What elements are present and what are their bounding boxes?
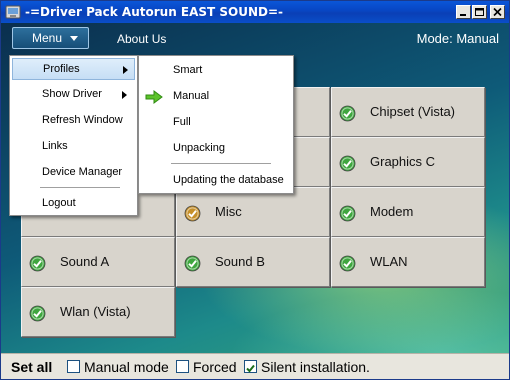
menu-item-label: Full [173, 116, 191, 128]
profile-item-unpacking[interactable]: Unpacking [141, 138, 291, 160]
about-us-link[interactable]: About Us [117, 32, 166, 46]
ok-check-icon [29, 255, 46, 272]
profile-item-manual[interactable]: Manual [141, 86, 291, 108]
driver-tile-wlan[interactable]: WLAN [331, 237, 485, 287]
menu-item-label: Profiles [43, 63, 80, 75]
tile-label: Sound A [60, 254, 110, 269]
tile-label: Graphics C [370, 154, 436, 169]
menu-item-profiles[interactable]: Profiles [12, 58, 135, 80]
maximize-icon [475, 8, 484, 16]
profiles-submenu: Smart Manual Full Unpacking Updating the… [138, 55, 294, 194]
driver-tile-modem[interactable]: Modem [331, 187, 485, 237]
menu-separator [40, 187, 120, 188]
ok-check-icon [184, 255, 201, 272]
ok-check-icon [339, 255, 356, 272]
app-icon [5, 4, 21, 20]
tile-label: Modem [370, 204, 414, 219]
bottom-bar: Set all Manual mode Forced Silent instal… [1, 353, 509, 379]
ok-check-icon [339, 105, 356, 122]
menu-item-label: Logout [42, 197, 76, 209]
tile-label: Wlan (Vista) [60, 304, 131, 319]
minimize-button[interactable] [456, 5, 471, 19]
window-title: -=Driver Pack Autorun EAST SOUND=- [25, 5, 284, 19]
title-bar[interactable]: -=Driver Pack Autorun EAST SOUND=- [1, 1, 509, 23]
menu-item-label: Manual [173, 90, 210, 102]
menu-item-label: Refresh Window [42, 114, 123, 126]
chevron-down-icon [70, 36, 78, 41]
minimize-icon [460, 14, 466, 16]
menu-item-label: Links [42, 140, 68, 152]
forced-checkbox[interactable] [176, 360, 189, 373]
profile-item-full[interactable]: Full [141, 112, 291, 134]
close-button[interactable] [490, 5, 505, 19]
ok-check-icon [339, 205, 356, 222]
tile-label: Chipset (Vista) [370, 104, 456, 119]
tile-label: WLAN [370, 254, 408, 269]
silent-installation-checkbox[interactable] [244, 360, 257, 373]
app-window: -=Driver Pack Autorun EAST SOUND=- Menu … [0, 0, 510, 380]
profile-item-smart[interactable]: Smart [141, 60, 291, 82]
menu-item-links[interactable]: Links [12, 136, 135, 158]
menu-item-label: Show Driver [42, 88, 102, 100]
driver-tile-sound-b[interactable]: Sound B [176, 237, 330, 287]
menu-item-refresh-window[interactable]: Refresh Window [12, 110, 135, 132]
checkmark-icon [246, 364, 255, 373]
tile-label: Misc [215, 204, 242, 219]
menu-button-label: Menu [32, 31, 63, 45]
driver-tile-sound-a[interactable]: Sound A [21, 237, 175, 287]
manual-mode-label: Manual mode [84, 359, 169, 375]
menu-item-label: Unpacking [173, 142, 225, 154]
submenu-arrow-icon [122, 91, 127, 99]
driver-tile-wlan-vista[interactable]: Wlan (Vista) [21, 287, 175, 337]
menu-item-label: Device Manager [42, 166, 123, 178]
menu-button[interactable]: Menu [12, 27, 89, 49]
maximize-button[interactable] [472, 5, 487, 19]
profile-item-updating-database[interactable]: Updating the database [141, 170, 291, 192]
menu-separator [171, 163, 271, 164]
main-menu-dropdown: Profiles Show Driver Refresh Window Link… [9, 55, 138, 216]
menu-item-label: Smart [173, 64, 203, 76]
set-all-label: Set all [11, 359, 53, 375]
ok-check-icon [339, 155, 356, 172]
menu-item-device-manager[interactable]: Device Manager [12, 162, 135, 184]
mode-indicator: Mode: Manual [416, 31, 499, 46]
warning-check-icon [184, 205, 201, 222]
close-icon [493, 7, 502, 17]
menu-item-show-driver[interactable]: Show Driver [12, 84, 135, 106]
driver-tile-misc[interactable]: Misc [176, 187, 330, 237]
green-arrow-icon [145, 90, 163, 104]
manual-mode-checkbox[interactable] [67, 360, 80, 373]
driver-tile-chipset-vista[interactable]: Chipset (Vista) [331, 87, 485, 137]
forced-label: Forced [193, 359, 237, 375]
menu-item-label: Updating the database [173, 174, 284, 186]
ok-check-icon [29, 305, 46, 322]
tile-label: Sound B [215, 254, 265, 269]
top-bar: Menu About Us Mode: Manual [1, 23, 509, 53]
submenu-arrow-icon [123, 66, 128, 74]
menu-item-logout[interactable]: Logout [12, 193, 135, 215]
silent-installation-label: Silent installation. [261, 359, 370, 375]
driver-tile-graphics-c[interactable]: Graphics C [331, 137, 485, 187]
